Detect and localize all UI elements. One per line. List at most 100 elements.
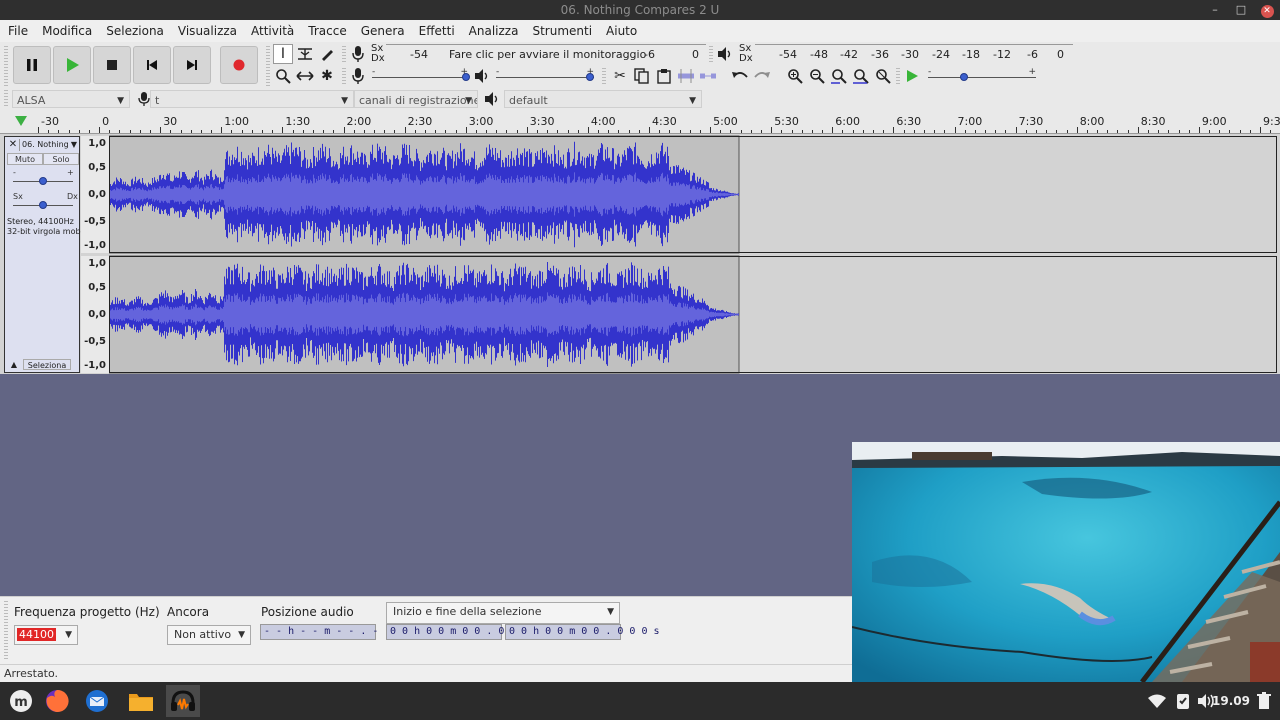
envelope-tool-icon[interactable]	[295, 44, 315, 64]
ruler-tick-label: 6:30	[896, 115, 922, 128]
fit-project-icon[interactable]	[851, 66, 871, 86]
selection-mode-select[interactable]: Inizio e fine della selezione ▼	[386, 602, 620, 624]
toolbar-grip[interactable]	[602, 68, 606, 86]
play-at-speed-icon[interactable]	[902, 66, 922, 86]
ruler-minor-tick	[170, 130, 172, 133]
recording-volume-slider[interactable]: - +	[372, 67, 470, 83]
toolbar-grip[interactable]	[4, 46, 8, 86]
ruler-minor-tick	[1117, 130, 1119, 133]
menu-view[interactable]: Visualizza	[171, 20, 244, 42]
close-track-icon[interactable]: ✕	[7, 139, 19, 151]
input-channels-select[interactable]: canali di registrazione ▼	[354, 90, 478, 108]
ruler-minor-tick	[119, 130, 121, 133]
solo-button[interactable]: Solo	[43, 153, 79, 165]
menu-transport[interactable]: Attività	[244, 20, 301, 42]
menu-tracks[interactable]: Tracce	[301, 20, 353, 42]
toolbar-grip[interactable]	[709, 46, 713, 64]
ruler-tick-mark	[1137, 127, 1139, 133]
trim-audio-icon[interactable]	[676, 66, 696, 86]
project-rate-select[interactable]: 44100 ▼	[14, 625, 78, 645]
output-device-select[interactable]: default ▼	[504, 90, 702, 108]
toolbar-grip[interactable]	[342, 68, 346, 86]
ruler-minor-tick	[1270, 130, 1272, 133]
menu-analyze[interactable]: Analizza	[462, 20, 526, 42]
toolbar-grip[interactable]	[342, 46, 346, 64]
waveform-display[interactable]	[109, 134, 1280, 374]
playback-volume-slider[interactable]: - +	[496, 67, 594, 83]
start-menu-icon[interactable]: m	[4, 685, 38, 717]
firefox-icon[interactable]	[40, 685, 74, 717]
menu-tools[interactable]: Strumenti	[525, 20, 599, 42]
input-device-select[interactable]: t ▼	[150, 90, 354, 108]
zoom-tool-icon[interactable]	[273, 66, 293, 86]
collapse-track-icon[interactable]: ▲	[7, 360, 21, 370]
record-meter[interactable]: -54 Fare clic per avviare il monitoraggi…	[386, 44, 706, 64]
silence-audio-icon[interactable]	[698, 66, 718, 86]
selection-tool-icon[interactable]: I	[273, 44, 293, 64]
playback-volume-knob[interactable]	[586, 73, 594, 81]
pan-knob[interactable]	[39, 201, 47, 209]
thunderbird-icon[interactable]	[80, 685, 114, 717]
menu-generate[interactable]: Genera	[354, 20, 412, 42]
timeline-ruler[interactable]: -30 0 30 1:00 1:30 2:00 2:30 3:00 3:30 4:00 4:30 5:…	[0, 110, 1280, 134]
time-shift-tool-icon[interactable]	[295, 66, 315, 86]
undo-icon[interactable]	[730, 66, 750, 86]
toolbar-grip[interactable]	[4, 601, 8, 659]
ruler-tick-label: 1:30	[285, 115, 311, 128]
close-icon[interactable]: ✕	[1256, 0, 1278, 20]
maximize-icon[interactable]: □	[1230, 0, 1252, 20]
trash-icon[interactable]	[1250, 685, 1278, 717]
audio-position-field[interactable]: - - h - - m - - . - - - s	[260, 624, 415, 640]
copy-icon[interactable]	[632, 66, 652, 86]
toolbar-grip[interactable]	[4, 90, 8, 108]
audio-host-select[interactable]: ALSA ▼	[12, 90, 130, 108]
track-name-menu[interactable]: 06. Nothing ▼	[19, 139, 79, 151]
paste-icon[interactable]	[654, 66, 674, 86]
minimize-icon[interactable]: –	[1204, 0, 1226, 20]
skip-to-end-button[interactable]	[173, 46, 211, 84]
playback-meter[interactable]: -54 -48 -42 -36 -30 -24 -18 -12 -6 0	[755, 44, 1073, 64]
ruler-minor-tick	[1107, 130, 1109, 133]
play-at-speed-knob[interactable]	[960, 73, 968, 81]
draw-tool-icon[interactable]	[317, 44, 337, 64]
zoom-out-icon[interactable]	[807, 66, 827, 86]
gain-knob[interactable]	[39, 177, 47, 185]
pause-button[interactable]	[13, 46, 51, 84]
mute-button[interactable]: Muto	[7, 153, 43, 165]
record-meter-microphone-icon[interactable]	[348, 44, 368, 64]
redo-icon[interactable]	[752, 66, 772, 86]
playback-meter-speaker-icon[interactable]	[715, 44, 735, 64]
audacity-icon[interactable]	[166, 685, 200, 717]
toolbar-grip[interactable]	[266, 46, 270, 86]
menu-file[interactable]: File	[0, 20, 35, 42]
record-button[interactable]	[220, 46, 258, 84]
multi-tool-icon[interactable]: ✱	[317, 66, 337, 86]
zoom-toggle-icon[interactable]	[873, 66, 893, 86]
skip-to-start-button[interactable]	[133, 46, 171, 84]
selection-end-field[interactable]: 0 0 h 0 0 m 0 0 . 0 0 0 s	[505, 624, 660, 640]
menu-effects[interactable]: Effetti	[412, 20, 462, 42]
pan-slider[interactable]	[13, 199, 73, 211]
video-player-overlay[interactable]	[852, 442, 1280, 682]
stop-button[interactable]	[93, 46, 131, 84]
recording-volume-knob[interactable]	[462, 73, 470, 81]
fit-selection-icon[interactable]	[829, 66, 849, 86]
play-button[interactable]	[53, 46, 91, 84]
select-track-button[interactable]: Seleziona	[23, 359, 71, 370]
selection-start-field[interactable]: 0 0 h 0 0 m 0 0 . 0 0 0 s	[386, 624, 541, 640]
snap-to-select[interactable]: Non attivo ▼	[167, 625, 251, 645]
clock[interactable]: 19.09	[1212, 682, 1250, 720]
menu-select[interactable]: Seleziona	[99, 20, 171, 42]
gain-slider[interactable]	[13, 175, 73, 187]
tracks-area[interactable]: ✕ 06. Nothing ▼ Muto Solo - + Sx Dx Stere…	[0, 134, 1280, 374]
files-icon[interactable]	[124, 685, 158, 717]
cut-icon[interactable]: ✂	[610, 66, 630, 86]
play-at-speed-slider[interactable]: - +	[928, 67, 1036, 83]
toolbar-grip[interactable]	[896, 68, 900, 86]
play-head-pin-icon[interactable]	[15, 116, 27, 126]
menu-edit[interactable]: Modifica	[35, 20, 99, 42]
audio-position-label: Posizione audio	[261, 605, 354, 619]
menu-help[interactable]: Aiuto	[599, 20, 644, 42]
playback-volume-icon	[472, 66, 492, 86]
zoom-in-icon[interactable]	[785, 66, 805, 86]
